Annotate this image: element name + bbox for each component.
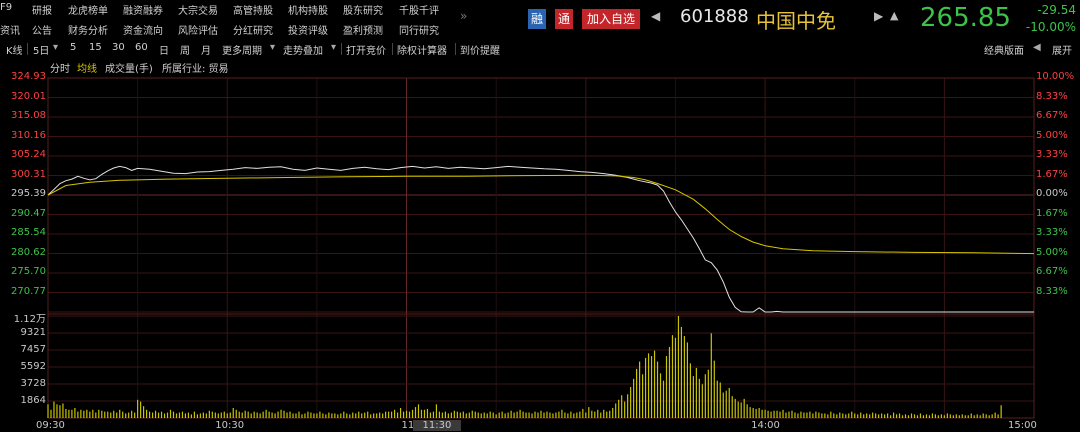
percent-tick-label: 0.00% — [1036, 188, 1068, 199]
volume-tick-label: 1864 — [20, 395, 46, 406]
percent-tick-label: 3.33% — [1036, 149, 1068, 160]
price-tick-label: 315.08 — [11, 110, 46, 121]
time-tick-label: 09:30 — [36, 420, 65, 431]
percent-tick-label: 1.67% — [1036, 168, 1068, 180]
percent-tick-label: 6.67% — [1036, 266, 1068, 277]
time-tick-label: 15:00 — [1008, 420, 1037, 431]
price-tick-label: 290.47 — [11, 207, 46, 219]
time-tick-label: 10:30 — [215, 420, 245, 431]
volume-tick-label: 1.12万 — [13, 314, 46, 325]
volume-tick-label: 3728 — [20, 378, 46, 389]
percent-tick-label: 1.67% — [1036, 207, 1068, 219]
time-tick-label: 14:00 — [751, 420, 780, 431]
percent-tick-label: 3.33% — [1036, 227, 1068, 238]
percent-tick-label: 5.00% — [1036, 246, 1068, 258]
volume-tick-label: 5592 — [20, 361, 46, 372]
price-tick-label: 270.77 — [11, 285, 46, 297]
percent-tick-label: 5.00% — [1036, 129, 1068, 141]
price-tick-label: 295.39 — [11, 188, 46, 199]
price-tick-label: 280.62 — [11, 246, 46, 258]
volume-tick-label: 9321 — [20, 327, 46, 338]
percent-tick-label: 6.67% — [1036, 110, 1068, 121]
intraday-chart[interactable] — [0, 0, 1080, 432]
percent-tick-label: 8.33% — [1036, 285, 1068, 297]
price-tick-label: 285.54 — [11, 227, 46, 238]
volume-tick-label: 7457 — [20, 344, 46, 355]
price-tick-label: 305.24 — [11, 149, 46, 160]
price-tick-label: 275.70 — [11, 266, 46, 277]
time-tick-label: 11:30 — [412, 420, 462, 431]
percent-tick-label: 10.00% — [1036, 71, 1075, 82]
price-tick-label: 324.93 — [11, 71, 46, 82]
price-line — [47, 165, 1034, 313]
percent-tick-label: 8.33% — [1036, 90, 1068, 102]
price-tick-label: 310.16 — [11, 129, 46, 141]
price-tick-label: 300.31 — [11, 168, 46, 180]
price-tick-label: 320.01 — [11, 90, 46, 102]
